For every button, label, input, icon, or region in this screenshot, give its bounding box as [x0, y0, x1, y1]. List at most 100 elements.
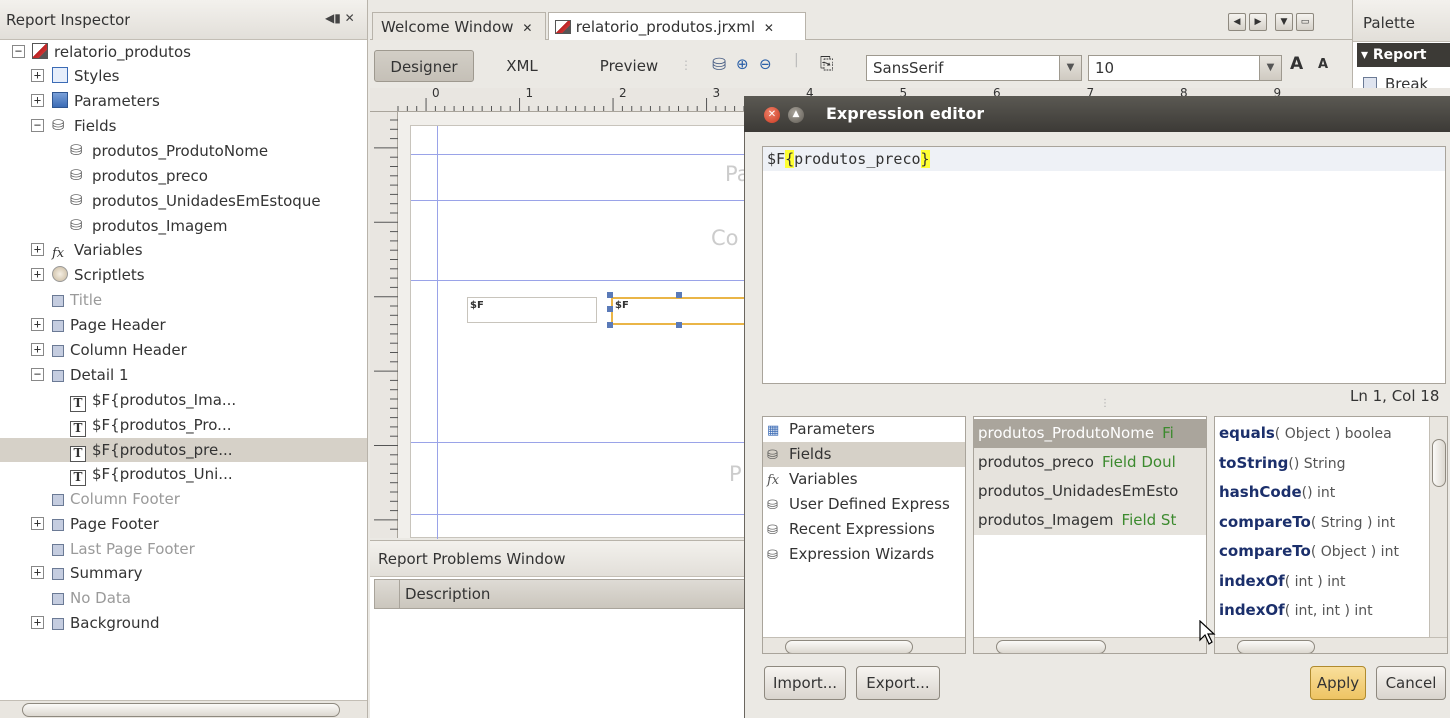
tree-item[interactable]: − Fields: [0, 113, 367, 138]
method-item[interactable]: equals( Object ) boolea: [1215, 419, 1427, 449]
font-size-select[interactable]: 10 ▼: [1088, 55, 1282, 81]
resize-handle[interactable]: [607, 306, 613, 312]
tree-item[interactable]: produtos_ProdutoNome: [0, 138, 367, 163]
tree-item[interactable]: + Scriptlets: [0, 263, 367, 287]
tree-item[interactable]: T $F{produtos_Uni...: [0, 462, 367, 486]
expand-icon[interactable]: +: [31, 268, 44, 281]
collapse-icon[interactable]: −: [31, 119, 44, 132]
tree-item[interactable]: No Data: [0, 586, 367, 610]
export-button[interactable]: Export...: [856, 666, 940, 700]
method-item[interactable]: compareTo( Object ) int: [1215, 537, 1427, 567]
expand-icon[interactable]: +: [31, 318, 44, 331]
expand-icon[interactable]: +: [31, 94, 44, 107]
tree-item[interactable]: Title: [0, 288, 367, 312]
selected-text-field-element[interactable]: $F: [611, 297, 749, 325]
tree-item[interactable]: + fx Variables: [0, 238, 367, 262]
column-description[interactable]: Description: [405, 585, 490, 603]
zoom-in-icon[interactable]: ⊕: [736, 55, 749, 73]
expression-text-area[interactable]: $F{produtos_preco}: [762, 146, 1446, 384]
increase-font-icon[interactable]: A: [1290, 54, 1303, 74]
tree-item[interactable]: − relatorio_produtos: [0, 40, 367, 64]
tree-item[interactable]: T $F{produtos_pre...: [0, 438, 367, 462]
maximize-icon[interactable]: ▲: [788, 107, 804, 123]
tree-item[interactable]: + Parameters: [0, 89, 367, 113]
tree-item[interactable]: + Styles: [0, 64, 367, 88]
tab-scroll-left-icon[interactable]: ◀: [1228, 13, 1246, 31]
palette-section-report[interactable]: ▾ Report: [1357, 43, 1450, 67]
method-item[interactable]: indexOf( int, int ) int: [1215, 596, 1427, 626]
splitter-handle[interactable]: ⋮: [1100, 398, 1110, 409]
dialog-titlebar[interactable]: ✕ ▲ Expression editor: [744, 96, 1450, 132]
category-item[interactable]: ⛁ User Defined Express: [763, 492, 965, 517]
expand-icon[interactable]: +: [31, 243, 44, 256]
text-field-element[interactable]: $F: [467, 297, 597, 323]
expand-icon[interactable]: +: [31, 343, 44, 356]
tree-item[interactable]: T $F{produtos_Pro...: [0, 413, 367, 437]
expand-icon[interactable]: +: [31, 616, 44, 629]
apply-button[interactable]: Apply: [1310, 666, 1366, 700]
collapse-icon[interactable]: −: [31, 368, 44, 381]
field-list[interactable]: produtos_ProdutoNome Fi produtos_preco Fiel…: [973, 416, 1207, 654]
format-icon[interactable]: ⎘: [820, 54, 834, 74]
import-button[interactable]: Import...: [764, 666, 846, 700]
zoom-out-icon[interactable]: ⊖: [759, 55, 772, 73]
field-item[interactable]: produtos_ProdutoNome Fi: [974, 419, 1206, 448]
category-list[interactable]: ▦ Parameters ⛁ Fields fx Variables ⛁ User Defin…: [762, 416, 966, 654]
inspector-scrollbar[interactable]: [0, 700, 367, 718]
category-item[interactable]: ⛁ Recent Expressions: [763, 517, 965, 542]
category-item[interactable]: fx Variables: [763, 467, 965, 492]
method-scrollbar[interactable]: [1215, 637, 1447, 653]
tree-item[interactable]: T $F{produtos_Ima...: [0, 388, 367, 412]
report-page[interactable]: Pa Co P $F $F: [410, 125, 750, 539]
cancel-button[interactable]: Cancel: [1376, 666, 1446, 700]
tree-item[interactable]: + Background: [0, 611, 367, 635]
resize-handle[interactable]: [676, 292, 682, 298]
datasource-icon[interactable]: ⛁: [712, 55, 726, 75]
tab-list-dropdown-icon[interactable]: ▼: [1275, 13, 1293, 31]
method-item[interactable]: indexOf( int ) int: [1215, 567, 1427, 597]
category-item[interactable]: ⛁ Fields: [763, 442, 965, 467]
category-scrollbar[interactable]: [763, 637, 965, 653]
category-item[interactable]: ▦ Parameters: [763, 417, 965, 442]
tree-item[interactable]: Column Footer: [0, 487, 367, 511]
tree-item[interactable]: produtos_Imagem: [0, 213, 367, 238]
designer-tab-button[interactable]: Designer: [374, 50, 474, 82]
method-item[interactable]: hashCode() int: [1215, 478, 1427, 508]
inspector-window-controls[interactable]: ◀▮ ✕: [325, 11, 355, 25]
field-scrollbar[interactable]: [974, 637, 1206, 653]
expand-icon[interactable]: +: [31, 566, 44, 579]
expand-icon[interactable]: +: [31, 69, 44, 82]
xml-tab-button[interactable]: XML: [492, 50, 552, 82]
resize-handle[interactable]: [676, 322, 682, 328]
field-item[interactable]: produtos_preco Field Doul: [974, 448, 1206, 477]
tree-item[interactable]: produtos_preco: [0, 163, 367, 188]
category-item[interactable]: ⛁ Expression Wizards: [763, 542, 965, 567]
tree-item[interactable]: + Page Header: [0, 313, 367, 337]
tree-item[interactable]: produtos_UnidadesEmEstoque: [0, 188, 367, 213]
tree-item[interactable]: Last Page Footer: [0, 537, 367, 561]
font-family-select[interactable]: SansSerif ▼: [866, 55, 1082, 81]
tab-relatorio-produtos[interactable]: relatorio_produtos.jrxml ✕: [548, 12, 806, 40]
preview-tab-button[interactable]: Preview: [588, 50, 670, 82]
field-item[interactable]: produtos_Imagem Field St: [974, 506, 1206, 535]
tree-item[interactable]: + Summary: [0, 561, 367, 585]
field-item[interactable]: produtos_UnidadesEmEsto: [974, 477, 1206, 506]
resize-handle[interactable]: [607, 292, 613, 298]
method-item[interactable]: toString() String: [1215, 449, 1427, 479]
tree-item[interactable]: + Column Header: [0, 338, 367, 362]
close-icon[interactable]: ✕: [764, 21, 774, 35]
method-list[interactable]: equals( Object ) boolea toString() String…: [1214, 416, 1448, 654]
close-icon[interactable]: ✕: [522, 21, 532, 35]
collapse-icon[interactable]: −: [12, 45, 25, 58]
maximize-icon[interactable]: ▭: [1296, 13, 1314, 31]
tab-scroll-right-icon[interactable]: ▶: [1249, 13, 1267, 31]
expand-icon[interactable]: +: [31, 517, 44, 530]
close-icon[interactable]: ✕: [764, 107, 780, 123]
method-vscroll[interactable]: [1429, 417, 1447, 637]
method-item[interactable]: compareTo( String ) int: [1215, 508, 1427, 538]
resize-handle[interactable]: [607, 322, 613, 328]
tree-item[interactable]: + Page Footer: [0, 512, 367, 536]
tab-welcome-window[interactable]: Welcome Window ✕: [372, 12, 546, 40]
decrease-font-icon[interactable]: A: [1318, 57, 1328, 72]
tree-item[interactable]: − Detail 1: [0, 363, 367, 387]
